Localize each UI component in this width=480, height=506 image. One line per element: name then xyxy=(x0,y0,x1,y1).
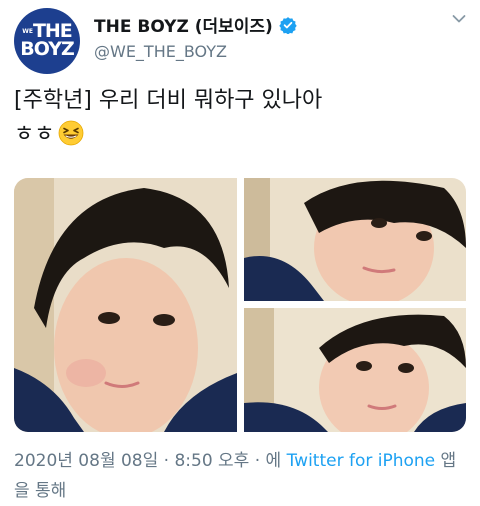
photo-1[interactable] xyxy=(14,178,237,432)
verified-badge-icon xyxy=(279,16,297,34)
name-row[interactable]: THE BOYZ (더보이즈) xyxy=(94,12,297,37)
source-link[interactable]: Twitter for iPhone xyxy=(287,451,436,471)
chevron-down-icon[interactable] xyxy=(452,14,466,24)
avatar-logo-bottom: BOYZ xyxy=(20,38,74,60)
display-name[interactable]: THE BOYZ (더보이즈) xyxy=(94,12,273,37)
photo-3[interactable] xyxy=(244,308,466,432)
photo-2[interactable] xyxy=(244,178,466,301)
tweet-text: [주학년] 우리 더비 뭐하구 있나아 ㅎㅎ xyxy=(14,84,464,152)
handle[interactable]: @WE_THE_BOYZ xyxy=(94,42,227,61)
tweet-text-line-1: [주학년] 우리 더비 뭐하구 있나아 xyxy=(14,88,323,113)
avatar[interactable]: WETHE BOYZ xyxy=(14,8,80,74)
grinning-squinting-face-emoji xyxy=(59,120,84,146)
tweet-header: WETHE BOYZ THE BOYZ (더보이즈) @WE_THE_BOYZ xyxy=(0,0,480,82)
timestamp[interactable]: 2020년 08월 08일 · 8:50 오후 · 에 xyxy=(14,451,287,471)
media-grid xyxy=(14,178,466,432)
tweet-text-line-2: ㅎㅎ xyxy=(14,118,464,152)
tweet-metadata: 2020년 08월 08일 · 8:50 오후 · 에 Twitter for … xyxy=(14,446,470,506)
